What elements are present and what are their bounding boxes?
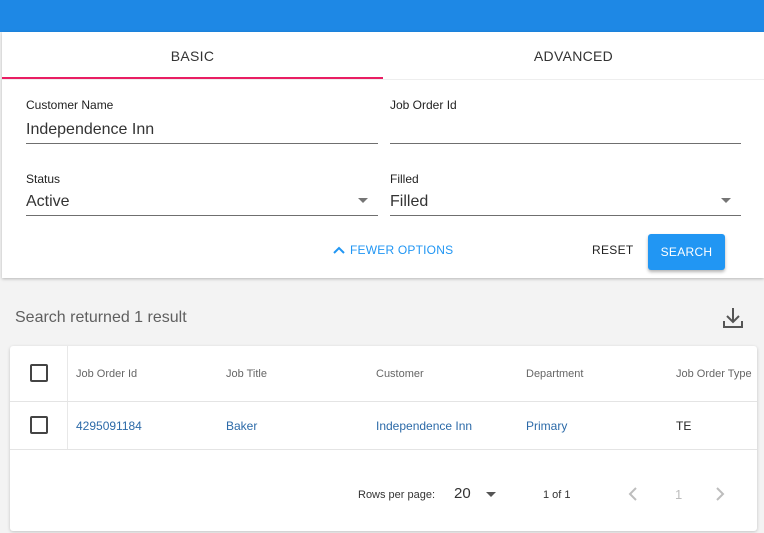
header-divider: [10, 401, 757, 402]
rows-per-page-select[interactable]: 20: [454, 485, 471, 502]
filled-select[interactable]: Filled Filled: [390, 172, 741, 216]
chevron-right-icon[interactable]: [714, 486, 726, 502]
select-all-checkbox[interactable]: [30, 364, 48, 382]
fewer-options-button[interactable]: FEWER OPTIONS: [333, 243, 453, 257]
header-job-title[interactable]: Job Title: [226, 368, 267, 380]
customer-name-underline: [26, 143, 378, 144]
status-select[interactable]: Status Active: [26, 172, 378, 216]
customer-name-input[interactable]: Independence Inn: [26, 121, 154, 139]
tab-basic[interactable]: BASIC: [2, 32, 383, 80]
rows-per-page-arrow-icon[interactable]: [486, 492, 496, 497]
cell-job-order-type: TE: [676, 419, 692, 433]
customer-name-field[interactable]: Customer Name Independence Inn: [26, 98, 378, 144]
job-order-id-label: Job Order Id: [390, 98, 457, 112]
filled-value: Filled: [390, 193, 429, 210]
tab-advanced[interactable]: ADVANCED: [383, 32, 764, 80]
filled-label: Filled: [390, 172, 419, 186]
status-underline: [26, 215, 378, 216]
results-summary: Search returned 1 result: [15, 309, 187, 326]
header-job-order-id[interactable]: Job Order Id: [76, 368, 137, 380]
cell-customer[interactable]: Independence Inn: [376, 419, 472, 433]
cell-job-order-id[interactable]: 4295091184: [76, 419, 142, 433]
app-bar: [0, 0, 764, 32]
active-tab-indicator: [2, 77, 383, 79]
fewer-options-label: FEWER OPTIONS: [350, 243, 454, 257]
chevron-up-icon: [333, 246, 345, 254]
cell-department[interactable]: Primary: [526, 419, 567, 433]
header-customer[interactable]: Customer: [376, 368, 424, 380]
customer-name-label: Customer Name: [26, 98, 114, 112]
cell-job-title[interactable]: Baker: [226, 419, 257, 433]
results-table: Job Order Id Job Title Customer Departme…: [10, 346, 757, 531]
status-label: Status: [26, 172, 61, 186]
pagination-range: 1 of 1: [543, 489, 571, 501]
search-button[interactable]: SEARCH: [648, 234, 725, 270]
tabs-divider: [2, 79, 764, 80]
filled-dropdown-arrow-icon[interactable]: [721, 198, 731, 203]
search-panel: BASIC ADVANCED Customer Name Independenc…: [2, 32, 764, 278]
job-order-id-field[interactable]: Job Order Id: [390, 98, 741, 144]
current-page: 1: [675, 487, 683, 502]
row-divider: [10, 449, 757, 450]
filled-underline: [390, 215, 741, 216]
checkbox-column-divider: [67, 346, 68, 449]
reset-button[interactable]: RESET: [592, 243, 634, 257]
download-icon[interactable]: [722, 306, 744, 330]
header-job-order-type[interactable]: Job Order Type: [676, 368, 752, 380]
row-checkbox[interactable]: [30, 416, 48, 434]
header-department[interactable]: Department: [526, 368, 583, 380]
rows-per-page-label: Rows per page:: [358, 489, 436, 501]
status-value: Active: [26, 193, 70, 210]
job-order-id-underline: [390, 143, 741, 144]
chevron-left-icon[interactable]: [627, 486, 639, 502]
status-dropdown-arrow-icon[interactable]: [358, 198, 368, 203]
